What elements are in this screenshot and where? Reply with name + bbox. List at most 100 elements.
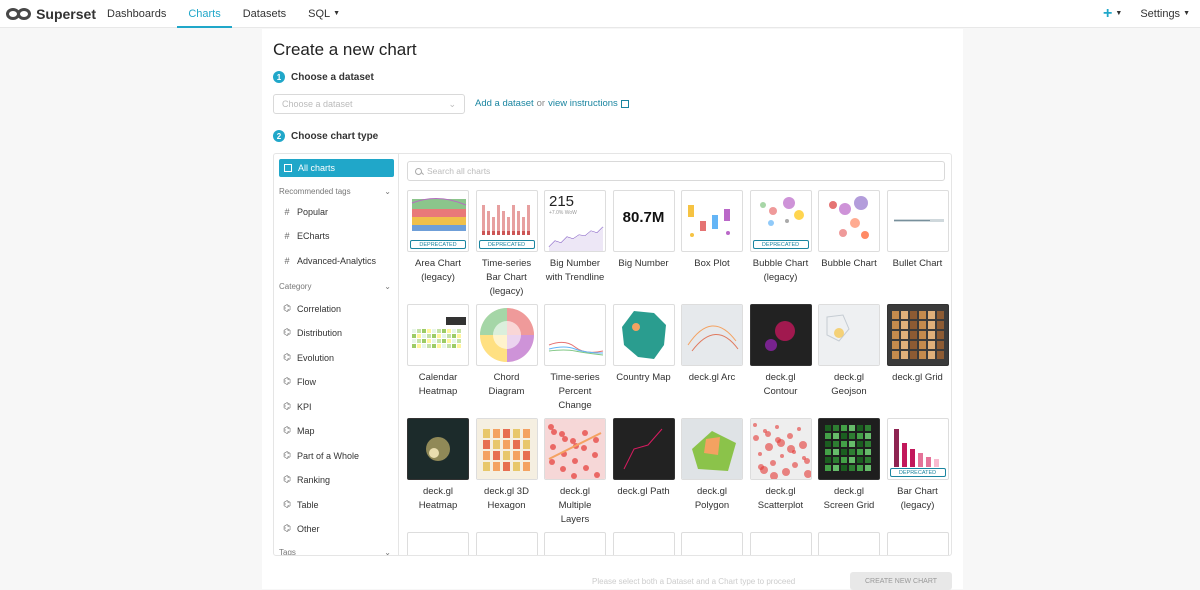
sidebar-item-flow[interactable]: ⌬ Flow	[283, 376, 316, 387]
chart-card[interactable]: 215 +7.0% WoW Big Number with Trendline	[544, 190, 606, 285]
chart-card[interactable]: DEPRECATED Bubble Chart (legacy)	[749, 190, 812, 285]
chart-thumbnail	[749, 304, 812, 366]
sidebar-item-table[interactable]: ⌬ Table	[283, 499, 318, 510]
chart-thumbnail	[407, 418, 469, 480]
chart-card-label-line: deck.gl	[559, 486, 591, 497]
recommended-tags-header[interactable]: Recommended tags ⌄	[279, 187, 391, 196]
chart-card[interactable]: DEPRECATED Time-series Bar Chart (legacy)	[475, 190, 538, 299]
search-input[interactable]: Search all charts	[407, 161, 945, 181]
sidebar-item-evolution[interactable]: ⌬ Evolution	[283, 352, 334, 363]
chart-thumbnail	[475, 304, 538, 366]
chart-card-label-line: Area Chart	[415, 258, 461, 269]
sidebar-item-part-of-a-whole[interactable]: ⌬ Part of a Whole	[283, 450, 359, 461]
chart-thumbnail	[818, 532, 880, 555]
chart-card[interactable]: deck.gl Path	[612, 418, 675, 499]
view-instructions-link[interactable]: view instructions	[548, 98, 618, 109]
category-icon: ⌬	[283, 523, 291, 533]
external-link-icon[interactable]	[620, 99, 629, 108]
chart-card[interactable]: Bubble Chart	[818, 190, 880, 271]
chart-card-label-line: (legacy)	[489, 286, 524, 297]
chart-card-partial[interactable]	[612, 532, 675, 555]
chart-card-partial[interactable]	[749, 532, 812, 555]
nav-charts[interactable]: Charts	[177, 0, 233, 28]
chart-card[interactable]: Chord Diagram	[475, 304, 538, 399]
superset-logo[interactable]: Superset	[0, 6, 96, 22]
chart-card[interactable]: deck.gl 3D Hexagon	[475, 418, 538, 513]
chart-card[interactable]: Calendar Heatmap	[407, 304, 469, 399]
chart-card-label-line: deck.gl	[833, 486, 865, 497]
chart-card-label: deck.gl 3D Hexagon	[476, 485, 538, 513]
chart-card-label: deck.gl Arc	[681, 371, 743, 385]
sidebar-item-correlation[interactable]: ⌬ Correlation	[283, 303, 341, 314]
chart-card-label-line: Screen Grid	[823, 500, 875, 511]
nav-datasets[interactable]: Datasets	[232, 0, 297, 28]
sidebar-item-map[interactable]: ⌬ Map	[283, 425, 314, 436]
category-header[interactable]: Category ⌄	[279, 282, 391, 291]
sidebar-item-kpi[interactable]: ⌬ KPI	[283, 401, 311, 412]
chart-card-label-line: deck.gl Arc	[688, 372, 736, 383]
chart-card[interactable]: deck.gl Arc	[681, 304, 743, 385]
step-2: 2 Choose chart type	[273, 130, 378, 142]
create-new-chart-button[interactable]: CREATE NEW CHART	[850, 572, 952, 590]
chart-card-label: Calendar Heatmap	[407, 371, 469, 399]
footer-note: Please select both a Dataset and a Chart…	[592, 577, 796, 586]
dataset-links: Add a dataset or view instructions	[475, 98, 629, 109]
all-charts-icon	[284, 164, 292, 172]
chart-card-partial[interactable]	[407, 532, 469, 555]
chart-thumbnail	[749, 532, 812, 555]
sidebar-item-distribution[interactable]: ⌬ Distribution	[283, 327, 342, 338]
sidebar-item-advanced-analytics[interactable]: # Advanced-Analytics	[283, 256, 376, 266]
chart-card-partial[interactable]	[475, 532, 538, 555]
chart-card[interactable]: deck.gl Polygon	[681, 418, 743, 513]
new-menu-button[interactable]: + ▼	[1103, 5, 1122, 23]
tags-header[interactable]: Tags ⌄	[279, 548, 391, 555]
chart-card-partial[interactable]	[544, 532, 606, 555]
chart-card-label: deck.gl Multiple Layers	[544, 485, 606, 527]
hash-icon: #	[284, 256, 290, 266]
chart-card[interactable]: deck.gl Contour	[749, 304, 812, 399]
chart-card[interactable]: Country Map	[612, 304, 675, 385]
chart-card-label-line: Contour	[763, 386, 798, 397]
chart-card-label-line: Bubble Chart	[821, 258, 877, 269]
chart-thumbnail	[681, 190, 743, 252]
chart-card[interactable]: DEPRECATED Area Chart (legacy)	[407, 190, 469, 285]
sidebar-all-charts[interactable]: All charts	[279, 159, 394, 177]
chart-card-label-line: Change	[558, 400, 592, 411]
chart-card[interactable]: deck.gl Multiple Layers	[544, 418, 606, 527]
chart-card[interactable]: deck.gl Heatmap	[407, 418, 469, 513]
sidebar-item-popular[interactable]: # Popular	[283, 207, 328, 217]
chart-card-partial[interactable]	[886, 532, 949, 555]
chart-card[interactable]: deck.gl Grid	[886, 304, 949, 385]
chart-card-partial[interactable]	[681, 532, 743, 555]
dataset-select[interactable]: Choose a dataset ⌄	[273, 94, 465, 114]
chart-card[interactable]: Box Plot	[681, 190, 743, 271]
chart-card-label: Big Number	[613, 257, 675, 271]
sidebar-item-echarts[interactable]: # ECharts	[283, 231, 329, 241]
chart-card[interactable]: DEPRECATED Bar Chart (legacy)	[886, 418, 949, 513]
chart-card[interactable]: deck.gl Screen Grid	[818, 418, 880, 513]
sidebar-item-other[interactable]: ⌬ Other	[283, 523, 319, 534]
chart-thumbnail	[475, 532, 538, 555]
step-2-label: Choose chart type	[291, 130, 379, 142]
chart-card[interactable]: 80.7M Big Number	[612, 190, 675, 271]
chart-card[interactable]: Time-series Percent Change	[544, 304, 606, 413]
chart-card-label-line: Bar Chart	[897, 486, 938, 497]
chart-card[interactable]: Bullet Chart	[886, 190, 949, 271]
category-icon: ⌬	[283, 327, 291, 337]
deprecated-badge: DEPRECATED	[752, 240, 809, 249]
chart-card-label-line: Multiple	[558, 500, 592, 511]
recommended-tags-label: Recommended tags	[279, 187, 351, 196]
nav-sql[interactable]: SQL ▼	[297, 0, 351, 28]
chart-card-partial[interactable]	[818, 532, 880, 555]
chart-card-label-line: Bullet Chart	[892, 258, 943, 269]
chart-card[interactable]: deck.gl Geojson	[818, 304, 880, 399]
chart-card[interactable]: deck.gl Scatterplot	[749, 418, 812, 513]
chart-card-label: Area Chart (legacy)	[407, 257, 469, 285]
sidebar-item-label: Popular	[297, 207, 329, 217]
nav-dashboards[interactable]: Dashboards	[96, 0, 177, 28]
add-dataset-link[interactable]: Add a dataset	[475, 98, 534, 109]
chevron-down-icon: ⌄	[448, 98, 456, 109]
chart-card-label-line: Time-series	[481, 258, 532, 269]
settings-menu[interactable]: Settings ▼	[1140, 8, 1190, 20]
sidebar-item-ranking[interactable]: ⌬ Ranking	[283, 474, 330, 485]
